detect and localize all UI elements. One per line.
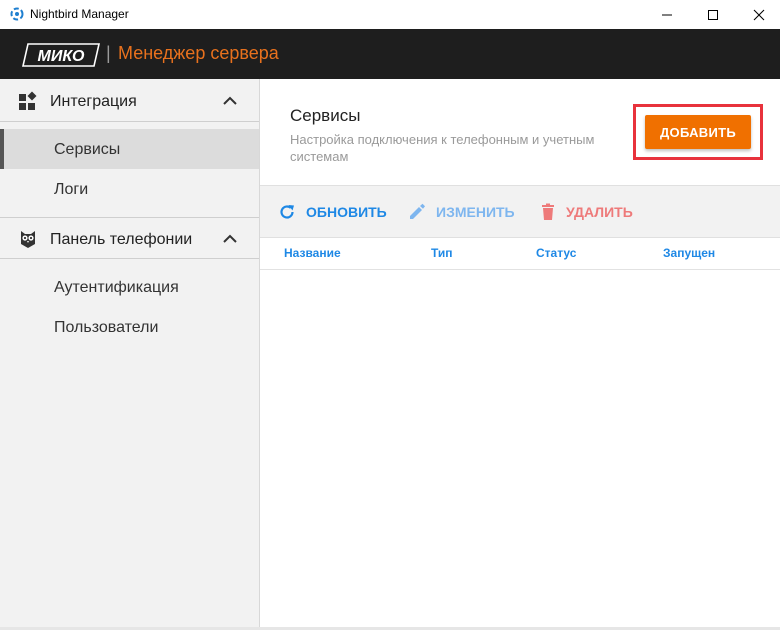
section-subtitle: Настройка подключения к телефонным и уче… [290,132,595,164]
divider [0,258,259,259]
toolbar: ОБНОВИТЬ ИЗМЕНИТЬ УДАЛИТЬ [260,185,780,238]
sidebar: Интеграция Сервисы Логи Панель телефонии… [0,79,260,630]
svg-text:МИКО: МИКО [38,48,85,65]
sidebar-item-label: Логи [54,181,89,198]
delete-label: УДАЛИТЬ [566,204,633,220]
sidebar-item-authentication[interactable]: Аутентификация [0,267,259,307]
close-button[interactable] [736,0,780,29]
widgets-icon [19,91,37,110]
minimize-icon [662,14,672,15]
nightbird-app-icon [10,7,24,21]
maximize-icon [708,9,718,20]
add-button[interactable]: ДОБАВИТЬ [645,115,751,149]
sidebar-item-label: Сервисы [54,141,121,158]
delete-button[interactable]: УДАЛИТЬ [540,201,633,223]
column-header-started[interactable]: Запущен [663,246,715,260]
close-icon [753,9,765,20]
table-body [260,271,780,626]
section-title: Сервисы [290,106,361,125]
sidebar-item-label: Аутентификация [54,279,179,296]
sidebar-item-services[interactable]: Сервисы [0,129,259,169]
window-titlebar: Nightbird Manager [0,0,780,29]
chevron-up-icon [223,234,237,243]
column-header-status[interactable]: Статус [536,246,576,260]
window-title: Nightbird Manager [30,7,129,21]
sidebar-item-label: Пользователи [54,319,159,336]
sidebar-group-telephony[interactable]: Панель телефонии [0,219,259,259]
refresh-label: ОБНОВИТЬ [306,204,387,220]
sidebar-item-users[interactable]: Пользователи [0,307,259,347]
edit-button[interactable]: ИЗМЕНИТЬ [408,201,515,223]
minimize-button[interactable] [644,0,690,29]
divider [0,217,259,218]
table-header: Название Тип Статус Запущен [260,238,780,270]
miko-logo: МИКО [22,43,100,67]
sidebar-item-logs[interactable]: Логи [0,169,259,209]
chevron-up-icon [223,96,237,105]
sidebar-group-label: Интеграция [50,93,137,110]
app-header: МИКО | Менеджер сервера [0,29,780,79]
owl-icon [21,231,35,248]
column-header-name[interactable]: Название [284,246,341,260]
maximize-button[interactable] [690,0,736,29]
divider [0,121,259,122]
refresh-button[interactable]: ОБНОВИТЬ [278,201,387,223]
refresh-icon [280,205,294,219]
column-header-type[interactable]: Тип [431,246,453,260]
sidebar-group-integration[interactable]: Интеграция [0,81,259,121]
page-title: Менеджер сервера [118,43,279,63]
header-separator: | [106,43,111,63]
pencil-icon [410,203,425,219]
edit-label: ИЗМЕНИТЬ [436,204,515,220]
sidebar-group-label: Панель телефонии [50,231,193,248]
trash-icon [542,203,554,220]
